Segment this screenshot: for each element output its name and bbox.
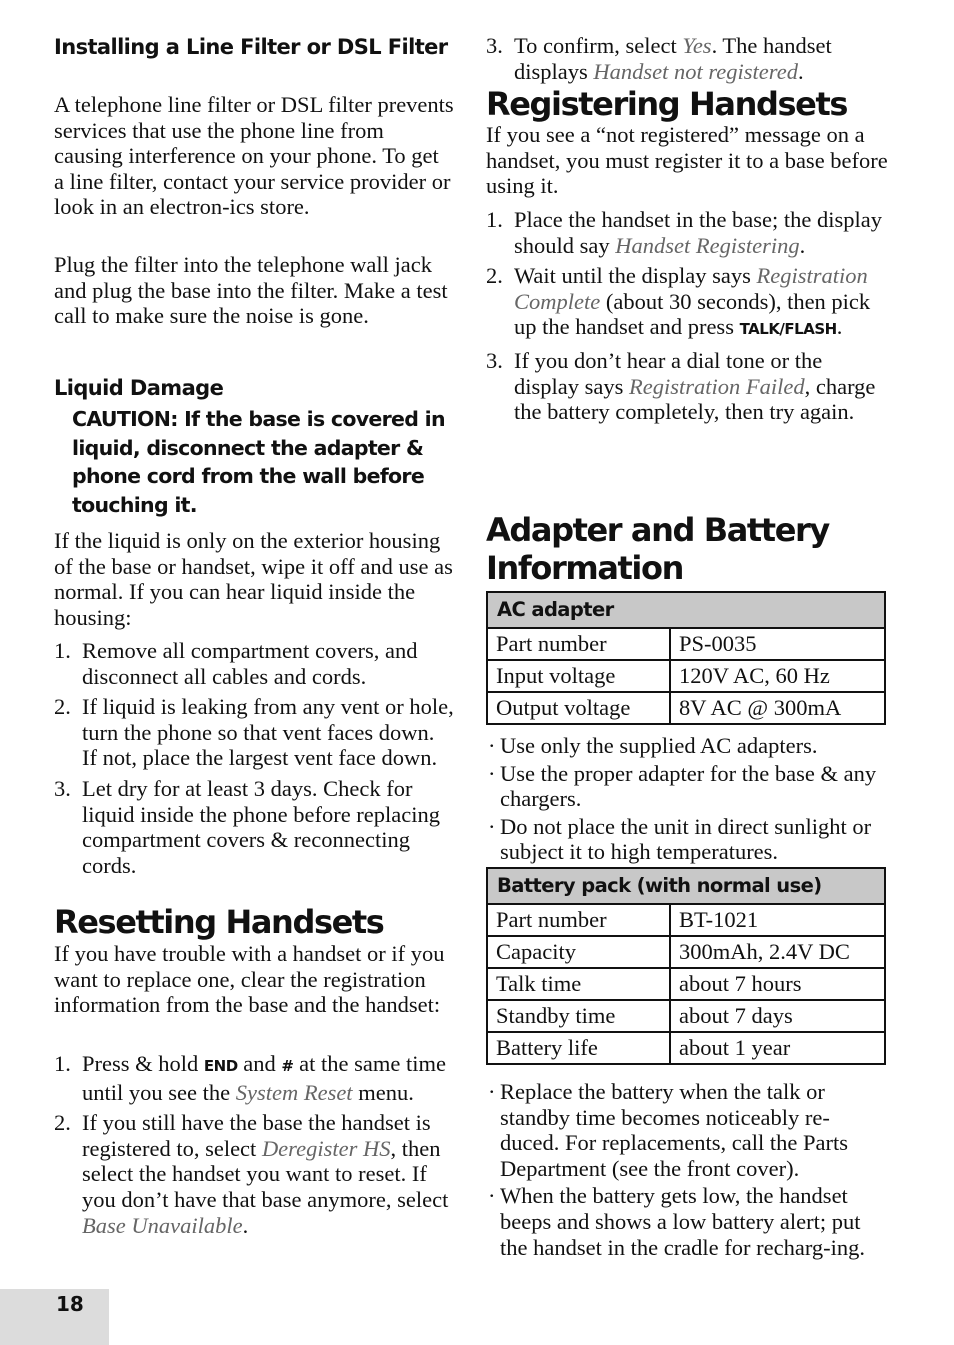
bullet-icon: · [488,813,496,839]
display-text: Handset not registered [593,58,798,84]
caution-notice: CAUTION: If the base is covered in liqui… [72,407,446,517]
list-item: 2. Wait until the display says Registrati… [486,263,871,340]
registering-heading: Registering Handsets [486,85,848,123]
line-filter-heading: Installing a Line Filter or DSL Filter [54,35,448,59]
list-item: 1. Remove all compartment covers, and dis… [54,638,418,689]
list-item: · Replace the battery when the talk or st… [488,1079,849,1181]
display-text: Yes [682,33,712,58]
list-item: 1. Place the handset in the base; the dis… [486,207,883,258]
display-text: Registration Failed [629,373,805,399]
talk-flash-key-label: TALK/FLASH [739,320,838,339]
battery-pack-table-title: Battery pack (with normal use) [486,867,886,905]
list-item: · Use the proper adapter for the base & a… [488,760,877,812]
list-item: · When the battery gets low, the handset … [488,1183,866,1260]
page-number: 18 [56,1292,84,1316]
table-row: Part number PS-0035 [486,627,886,661]
end-key-label: END [203,1057,238,1075]
list-item: 1. Press & hold END and # at the same tim… [54,1051,446,1105]
list-item: 2. If liquid is leaking from any vent or … [54,694,454,771]
display-text: Handset Registering [615,232,800,258]
list-item: · Do not place the unit in direct sunligh… [488,813,872,865]
list-item: 2. If you still have the base the handset… [54,1110,449,1238]
resetting-steps-continued: 3. To confirm, select Yes. The handset di… [486,33,888,89]
display-text: System Reset [235,1079,353,1105]
adapter-battery-heading: Adapter and Battery Information [486,511,830,587]
resetting-heading: Resetting Handsets [54,903,385,941]
liquid-damage-intro: If the liquid is only on the exterior ho… [54,528,453,630]
liquid-damage-steps: 1. Remove all compartment covers, and dis… [54,638,454,883]
page-number-tab [0,1289,109,1345]
line-filter-para-2: Plug the filter into the telephone wall … [54,252,448,329]
registering-intro: If you see a “not registered” message on… [486,122,888,199]
ac-adapter-notes: · Use only the supplied AC adapters. · Use… [486,733,886,867]
table-row: Talk time about 7 hours [486,967,886,1001]
table-row: Capacity 300mAh, 2.4V DC [486,935,886,969]
resetting-steps: 1. Press & hold END and # at the same tim… [54,1051,454,1243]
list-item: 3. To confirm, select Yes. The handset di… [486,33,832,84]
resetting-intro: If you have trouble with a handset or if… [54,941,445,1018]
table-row: Part number BT-1021 [486,903,886,937]
list-item: 3. Let dry for at least 3 days. Check for… [54,775,441,878]
battery-pack-table: Battery pack (with normal use) Part numb… [486,867,886,1065]
line-filter-para-1: A telephone line filter or DSL filter pr… [54,92,454,220]
liquid-damage-heading: Liquid Damage [54,376,224,400]
table-row: Battery life about 1 year [486,1031,886,1065]
ac-adapter-table: AC adapter Part number PS-0035 Input volt… [486,591,886,725]
table-row: Input voltage 120V AC, 60 Hz [486,659,886,693]
table-row: Output voltage 8V AC @ 300mA [486,691,886,725]
bullet-icon: · [488,760,496,786]
display-text: Base Unavailable [82,1212,243,1238]
battery-notes: · Replace the battery when the talk or st… [486,1079,888,1262]
pound-key-label: # [281,1057,294,1075]
table-row: Standby time about 7 days [486,999,886,1033]
list-item: 3. If you don’t hear a dial tone or the d… [486,347,876,425]
ac-adapter-table-title: AC adapter [486,591,886,629]
registering-steps: 1. Place the handset in the base; the dis… [486,207,886,430]
bullet-icon: · [488,1079,496,1104]
bullet-icon: · [488,733,496,758]
bullet-icon: · [488,1183,496,1209]
list-item: · Use only the supplied AC adapters. [488,733,818,758]
display-text: Deregister HS [261,1135,391,1161]
